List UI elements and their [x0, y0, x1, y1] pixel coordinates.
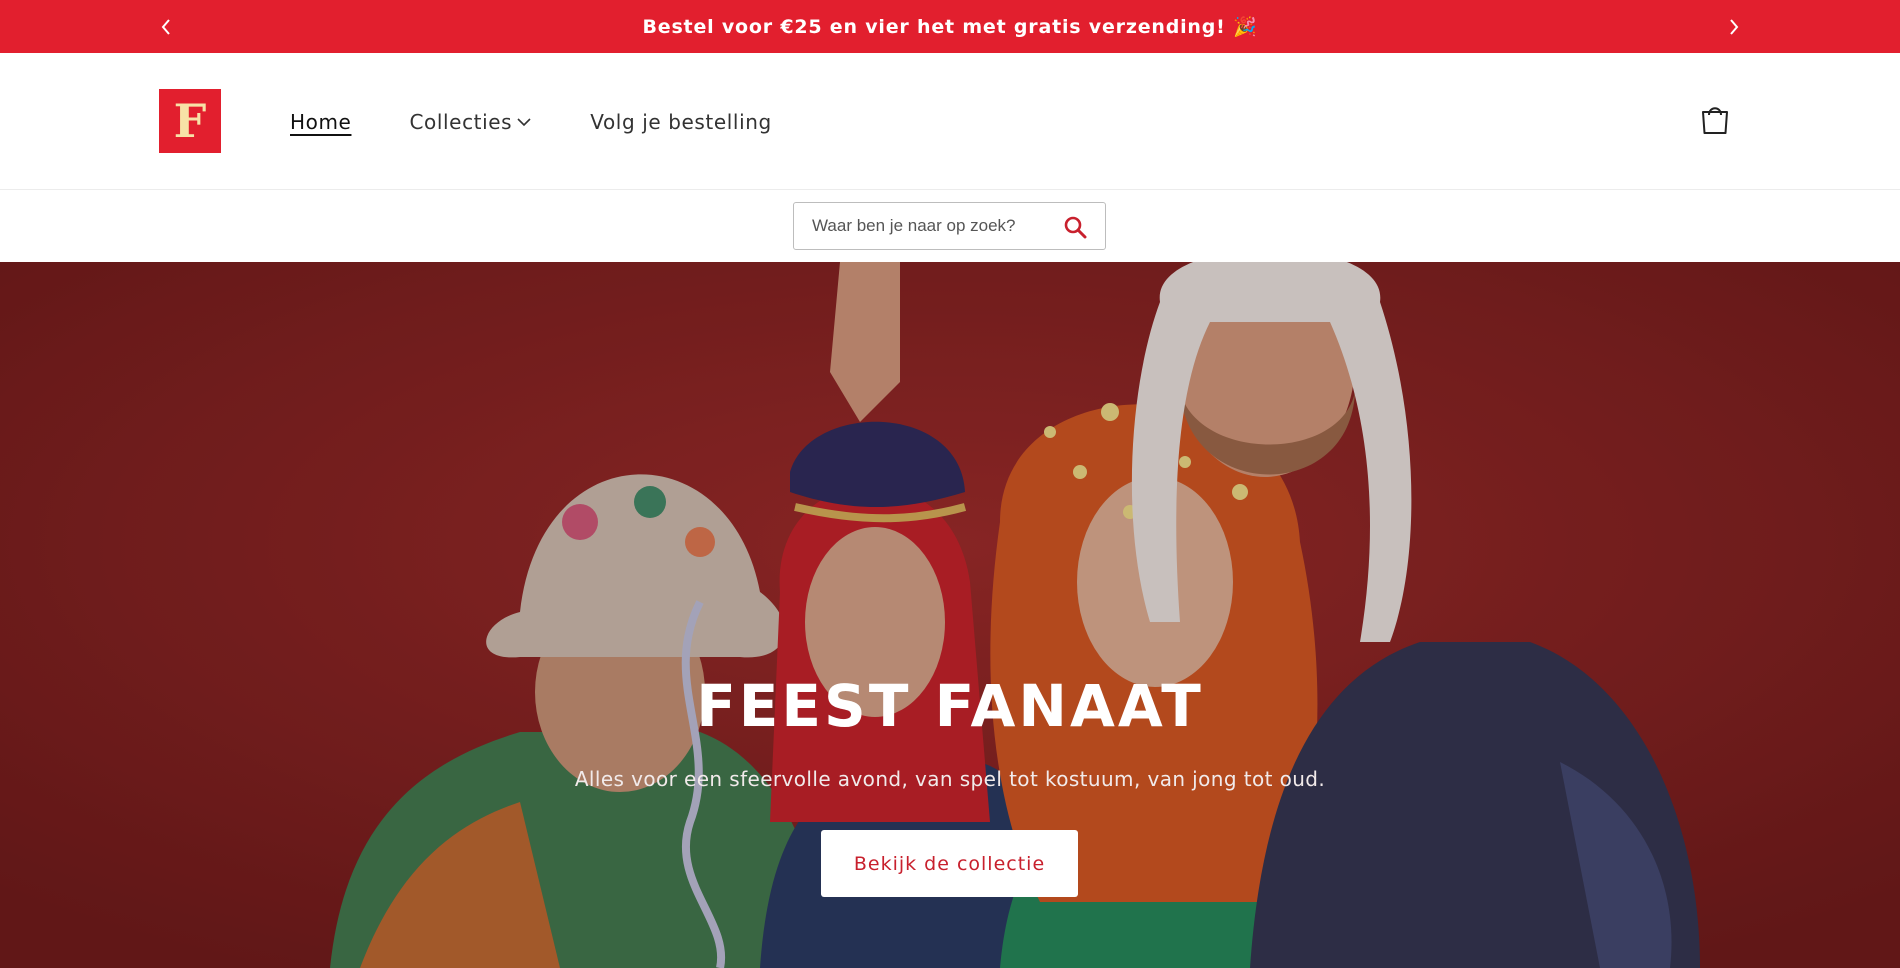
search-button[interactable]	[1063, 215, 1087, 239]
hero-banner: FEEST FANAAT Alles voor een sfeervolle a…	[0, 262, 1900, 968]
hero-title: FEEST FANAAT	[696, 672, 1204, 740]
nav-home-label: Home	[290, 109, 352, 134]
search-icon	[1064, 216, 1087, 239]
nav-track-order-label: Volg je bestelling	[590, 109, 772, 134]
shopping-bag-icon	[1702, 107, 1728, 134]
logo-letter: F	[173, 94, 207, 148]
cart-button[interactable]	[1700, 102, 1730, 136]
chevron-right-icon	[1730, 18, 1739, 35]
nav-collecties[interactable]: Collecties	[409, 110, 532, 134]
announcement-prev-button[interactable]	[146, 0, 186, 53]
chevron-left-icon	[161, 18, 170, 35]
hero-subtitle: Alles voor een sfeervolle avond, van spe…	[574, 767, 1326, 791]
site-logo[interactable]: F	[159, 89, 221, 153]
chevron-down-icon	[517, 117, 531, 126]
search-box	[793, 202, 1106, 250]
main-nav: Home Collecties Volg je bestelling	[290, 53, 830, 190]
search-row	[0, 190, 1900, 262]
nav-home[interactable]: Home	[290, 110, 351, 134]
nav-track-order[interactable]: Volg je bestelling	[590, 110, 772, 134]
site-header: F Home Collecties Volg je bestelling	[0, 53, 1900, 190]
search-input[interactable]	[794, 203, 1044, 249]
announcement-message: Bestel voor €25 en vier het met gratis v…	[642, 16, 1258, 38]
announcement-bar: Bestel voor €25 en vier het met gratis v…	[0, 0, 1900, 53]
nav-collecties-label: Collecties	[409, 109, 513, 134]
announcement-next-button[interactable]	[1714, 0, 1754, 53]
view-collection-button[interactable]: Bekijk de collectie	[821, 830, 1078, 897]
